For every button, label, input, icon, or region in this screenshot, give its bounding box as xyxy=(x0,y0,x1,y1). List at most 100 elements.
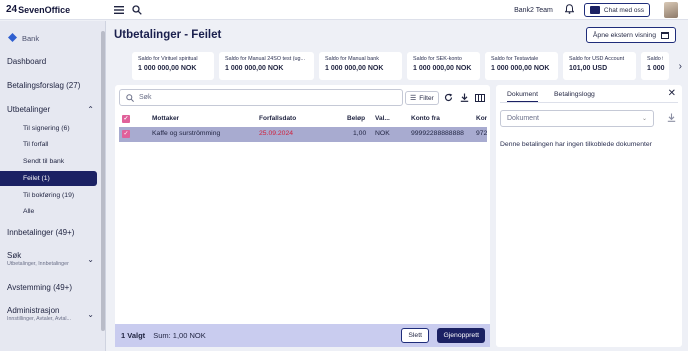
bank-icon xyxy=(8,32,17,44)
sliders-icon: ☰ xyxy=(410,95,417,102)
sidebar-subitem-alle[interactable]: Alle xyxy=(0,208,97,215)
balance-card[interactable]: Saldo for USD Account 101,00 USD xyxy=(563,52,636,80)
cell-forfallsdato: 25.09.2024 xyxy=(259,130,294,137)
sidebar-item-administrasjon[interactable]: Administrasjon Innstillinger, Avtaler, A… xyxy=(0,306,100,322)
balance-card[interactable]: Saldo fo 1 000 xyxy=(641,52,669,80)
column-header-forfallsdato[interactable]: Forfallsdato xyxy=(259,115,296,122)
download-icon[interactable] xyxy=(667,113,676,124)
balance-card-value: 1 000 000,00 NOK xyxy=(325,65,384,72)
chevron-down-icon: ⌄ xyxy=(87,310,94,319)
sidebar-subitem-sendt-til-bank[interactable]: Sendt til bank xyxy=(0,158,97,165)
administrasjon-subtitle: Innstillinger, Avtaler, Avtal... xyxy=(7,316,71,322)
column-header-valuta[interactable]: Val... xyxy=(375,115,390,122)
logo[interactable]: 24 SevenOffice xyxy=(6,4,112,15)
document-select-placeholder: Dokument xyxy=(507,115,539,122)
cell-konto-fra: 99992288888888 xyxy=(411,130,464,137)
top-bar: 24 SevenOffice Bank2 Team Chat med oss xyxy=(0,0,688,20)
payments-panel: Søk ☰ Filter ✓ Mottaker Forfallsdato Bel… xyxy=(115,85,490,347)
column-header-konto-fra[interactable]: Konto fra xyxy=(411,115,440,122)
open-external-label: Åpne ekstern visning xyxy=(592,31,656,39)
balance-card-value: 1 000 000,00 NOK xyxy=(491,65,550,72)
balance-card[interactable]: Saldo for Manual bank 1 000 000,00 NOK xyxy=(319,52,402,80)
sidebar-subitem-til-signering[interactable]: Til signering (6) xyxy=(0,125,97,132)
administrasjon-label: Administrasjon xyxy=(7,306,60,315)
sidebar-item-dashboard[interactable]: Dashboard xyxy=(0,57,100,66)
sidebar-scrollbar[interactable] xyxy=(101,31,105,331)
balance-card[interactable]: Saldo for Virituel spiritual 1 000 000,0… xyxy=(132,52,214,80)
columns-icon[interactable] xyxy=(474,91,486,104)
restore-button[interactable]: Gjenopprett xyxy=(437,328,485,343)
row-checkbox[interactable]: ✓ xyxy=(122,130,130,138)
column-header-konto-til[interactable]: Konto xyxy=(476,115,487,122)
sidebar-bank-header[interactable]: Bank xyxy=(0,21,105,45)
balance-card-label: Saldo for Virituel spiritual xyxy=(138,56,198,62)
delete-button[interactable]: Slett xyxy=(401,328,429,343)
balance-card-label: Saldo fo xyxy=(647,56,663,62)
sidebar-item-sok[interactable]: Søk Utbetalinger, Innbetalinger ⌄ xyxy=(0,251,100,267)
filter-label: Filter xyxy=(419,94,434,102)
balance-card-label: Saldo for USD Account xyxy=(569,56,625,62)
sidebar-subitem-feilet[interactable]: Feilet (1) xyxy=(0,171,97,186)
cell-konto-til: 97225 xyxy=(476,130,487,137)
sok-subtitle: Utbetalinger, Innbetalinger xyxy=(7,261,69,267)
cell-belop: 1,00 xyxy=(353,130,367,137)
search-icon xyxy=(126,93,134,102)
window-icon xyxy=(661,31,669,39)
cell-mottaker: Kaffe og surströmming xyxy=(152,130,221,137)
sidebar-subitem-til-bokforing[interactable]: Til bokføring (19) xyxy=(0,192,97,199)
select-all-checkbox[interactable]: ✓ xyxy=(122,115,130,123)
bell-icon[interactable] xyxy=(564,4,575,16)
balance-card[interactable]: Saldo for Manual 24SO test (ug... 1 000 … xyxy=(219,52,314,80)
chat-label: Chat med oss xyxy=(603,6,644,14)
menu-icon[interactable] xyxy=(112,3,126,17)
column-header-belop[interactable]: Beløp xyxy=(347,115,365,122)
refresh-icon[interactable] xyxy=(442,91,454,104)
open-external-view-button[interactable]: Åpne ekstern visning xyxy=(585,27,676,43)
balance-card-value: 1 000 000,00 NOK xyxy=(138,65,197,72)
team-name[interactable]: Bank2 Team xyxy=(514,7,553,14)
filter-button[interactable]: ☰ Filter xyxy=(405,91,439,105)
chevron-right-icon[interactable]: › xyxy=(679,61,682,72)
no-documents-message: Denne betalingen har ingen tilkoblede do… xyxy=(500,141,652,148)
main-area: Utbetalinger - Feilet Åpne ekstern visni… xyxy=(107,21,688,351)
download-icon[interactable] xyxy=(458,91,470,104)
logo-mark: 24 xyxy=(6,4,18,15)
sidebar-item-innbetalinger[interactable]: Innbetalinger (49+) xyxy=(0,228,100,237)
table-header: ✓ Mottaker Forfallsdato Beløp Val... Kon… xyxy=(119,112,487,126)
sidebar-item-utbetalinger[interactable]: Utbetalinger ⌃ xyxy=(0,105,100,114)
bank-label: Bank xyxy=(22,33,40,43)
selected-count: 1 Valgt xyxy=(121,331,146,340)
balance-card[interactable]: Saldo for Testavtale 1 000 000,00 NOK xyxy=(485,52,558,80)
balance-card-value: 1 000 xyxy=(647,65,665,72)
sidebar: Bank Dashboard Betalingsforslag (27) Utb… xyxy=(0,21,106,351)
sidebar-item-betalingsforslag[interactable]: Betalingsforslag (27) xyxy=(0,81,100,90)
chat-button[interactable]: Chat med oss xyxy=(583,3,650,17)
balance-card-value: 101,00 USD xyxy=(569,65,608,72)
selected-sum: Sum: 1,00 NOK xyxy=(153,331,206,340)
search-icon[interactable] xyxy=(130,3,144,17)
chevron-down-icon: ⌄ xyxy=(641,116,647,122)
column-header-mottaker[interactable]: Mottaker xyxy=(152,115,179,122)
avatar[interactable] xyxy=(664,2,678,18)
tab-betalingslogg[interactable]: Betalingslogg xyxy=(554,91,595,98)
sidebar-subitem-til-forfall[interactable]: Til forfall xyxy=(0,141,97,148)
detail-panel: Dokument Betalingslogg ✕ Dokument ⌄ Denn… xyxy=(496,85,682,347)
balance-card-value: 1 000 000,00 NOK xyxy=(225,65,284,72)
balance-card-label: Saldo for Manual 24SO test (ug... xyxy=(225,56,306,62)
chat-icon xyxy=(589,6,600,14)
balance-card[interactable]: Saldo for SEK-konto 1 000 000,00 NOK xyxy=(407,52,480,80)
selection-footer: 1 Valgt Sum: 1,00 NOK Slett Gjenopprett xyxy=(115,324,490,347)
sidebar-item-avstemming[interactable]: Avstemming (49+) xyxy=(0,283,100,292)
search-placeholder: Søk xyxy=(139,94,152,101)
search-input[interactable]: Søk xyxy=(119,89,403,106)
chevron-up-icon: ⌃ xyxy=(87,105,94,114)
balance-card-label: Saldo for SEK-konto xyxy=(413,56,462,62)
tab-divider xyxy=(500,102,678,103)
balance-card-label: Saldo for Testavtale xyxy=(491,56,539,62)
chevron-down-icon: ⌄ xyxy=(87,255,94,264)
close-icon[interactable]: ✕ xyxy=(668,88,676,99)
document-select[interactable]: Dokument ⌄ xyxy=(500,110,654,127)
table-row[interactable]: ✓ Kaffe og surströmming 25.09.2024 1,00 … xyxy=(119,127,487,142)
utbetalinger-label: Utbetalinger xyxy=(7,105,51,114)
balance-cards: Saldo for Virituel spiritual 1 000 000,0… xyxy=(132,52,669,80)
